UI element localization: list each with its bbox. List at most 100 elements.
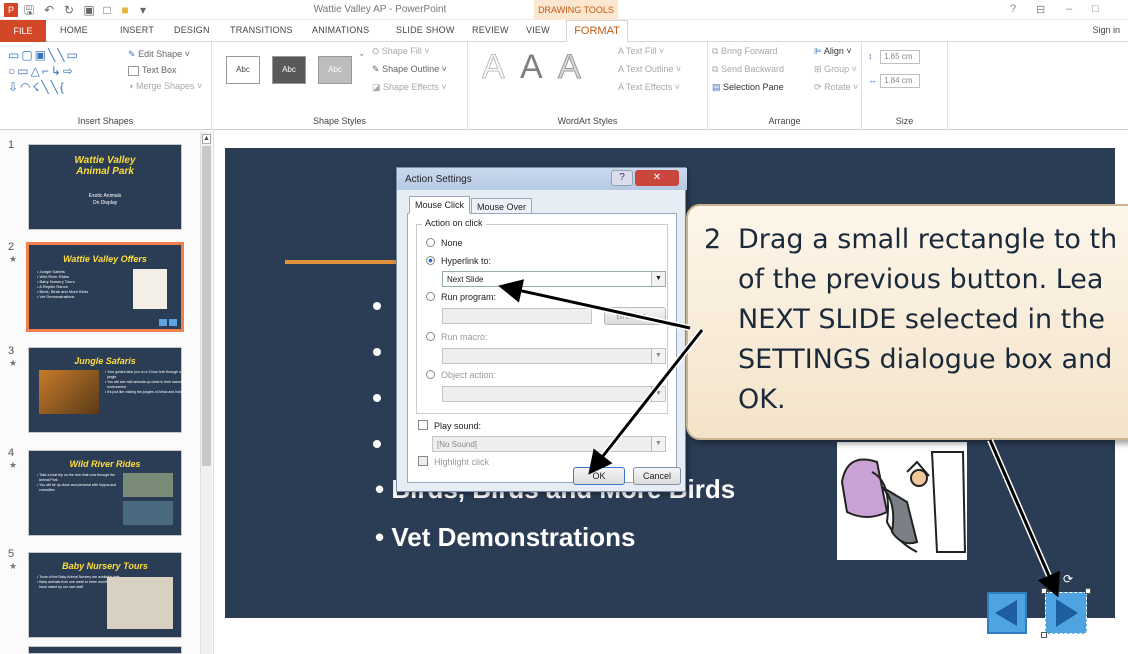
tab-mouse-over[interactable]: Mouse Over [471,198,533,214]
resize-handle[interactable] [1041,588,1047,594]
next-action-button[interactable] [1045,592,1087,634]
object-action-select[interactable]: ▼ [442,386,666,402]
wordart-style-gray[interactable]: A [520,48,543,87]
slide-thumbnail-5[interactable]: Baby Nursery Tours • Tours of the Baby A… [28,552,182,638]
new-icon[interactable]: □ [100,3,114,17]
shape-effects-button[interactable]: ◪ Shape Effects ˅ [372,82,447,93]
resize-handle[interactable] [1041,632,1047,638]
merge-shapes-icon: ◑ [128,81,134,91]
dialog-close-button[interactable]: ✕ [635,170,679,186]
run-macro-select[interactable]: ▼ [442,348,666,364]
help-button[interactable]: ? [1010,3,1016,15]
shape-width-input[interactable]: 1.84 cm [880,74,920,88]
text-outline-button[interactable]: A Text Outline ˅ [618,64,681,74]
wordart-styles-group: A A A A Text Fill ˅ A Text Outline ˅ A T… [468,42,708,130]
slide-thumbnail-1[interactable]: Wattie Valley Animal Park Exotic Animals… [28,144,182,230]
dialog-help-button[interactable]: ? [611,170,633,186]
slide-thumbnail-4[interactable]: Wild River Rides • Take a boat trip on t… [28,450,182,536]
thumbnail-scrollbar[interactable]: ▲ [200,132,212,654]
bring-forward-button[interactable]: ⧉ Bring Forward [712,46,777,57]
text-effects-icon: A [618,82,624,92]
text-box-button[interactable]: Text Box [128,65,177,76]
ok-button[interactable]: OK [573,467,625,485]
sound-select[interactable]: [No Sound] ▼ [432,436,666,452]
highlight-click-checkbox[interactable]: Highlight click [418,456,489,467]
slide-thumbnail-2[interactable]: Wattie Valley Offers • Jungle Safaris • … [26,242,184,332]
shape-style-gray[interactable]: Abc [318,56,352,84]
vet-clipart-icon [840,451,967,553]
slide-thumbnail-3[interactable]: Jungle Safaris • Your guides take you on… [28,347,191,433]
shape-outline-icon: ✎ [372,64,380,74]
selection-pane-button[interactable]: ▤ Selection Pane [712,82,784,93]
none-radio[interactable]: None [426,238,463,248]
merge-shapes-button[interactable]: ◑ Merge Shapes ˅ [128,81,202,91]
style-gallery-more[interactable]: ⌄ [358,48,366,59]
send-backward-button[interactable]: ⧉ Send Backward [712,64,784,75]
shapes-gallery-row-2[interactable]: ○▭△⌐↳⇨ [8,64,75,78]
hyperlink-select[interactable]: Next Slide ▼ [442,271,666,287]
thumb-subtitle: Exotic Animals On Display [88,193,122,206]
tab-file[interactable]: FILE [0,20,46,42]
tab-mouse-click[interactable]: Mouse Click [409,196,471,214]
shape-height-input[interactable]: 1.65 cm [880,50,920,64]
shapes-gallery-row-3[interactable]: ⇩◠☇╲╲{ [8,80,66,94]
chevron-down-icon: ▼ [651,387,665,401]
redo-icon[interactable]: ↻ [62,3,76,17]
customize-qat-icon[interactable]: ▾ [136,3,150,17]
tab-slide-show[interactable]: SLIDE SHOW [396,25,455,35]
rotate-button[interactable]: ⟳ Rotate ˅ [814,82,858,93]
sign-in-link[interactable]: Sign in [1092,25,1120,35]
tab-transitions[interactable]: TRANSITIONS [230,25,293,35]
rotate-handle-icon[interactable]: ⟳ [1063,572,1073,586]
prev-button-thumb [159,319,167,326]
previous-action-button[interactable] [987,592,1027,634]
object-action-radio[interactable]: Object action: [426,370,496,380]
drawing-tools-contextual-label: DRAWING TOOLS [534,0,618,20]
edit-shape-icon: ✎ [128,49,136,59]
start-slideshow-icon[interactable]: ▣ [82,3,96,17]
scroll-up-icon[interactable]: ▲ [202,134,211,144]
resize-handle[interactable] [1085,588,1091,594]
tab-view[interactable]: VIEW [526,25,550,35]
shapes-gallery[interactable]: ▭▢▣╲╲▭ [8,48,80,62]
text-effects-button[interactable]: A Text Effects ˅ [618,82,680,92]
tab-format[interactable]: FORMAT [566,20,628,42]
slide-bullet-vet[interactable]: • Vet Demonstrations [375,522,636,553]
checkbox-checked-icon [418,456,428,466]
cancel-button[interactable]: Cancel [633,467,681,485]
vet-clipart-image[interactable] [837,442,967,560]
hyperlink-radio[interactable]: Hyperlink to: [426,256,491,266]
tab-insert[interactable]: INSERT [120,25,154,35]
shape-style-dark[interactable]: Abc [272,56,306,84]
wordart-style-shadow[interactable]: A [558,48,582,87]
run-macro-radio[interactable]: Run macro: [426,332,488,342]
tab-design[interactable]: DESIGN [174,25,210,35]
shape-fill-button[interactable]: ⛭ Shape Fill ˅ [372,46,430,57]
tab-home[interactable]: HOME [60,25,88,35]
undo-icon[interactable]: ↶ [42,3,56,17]
browse-button[interactable]: Browse... [604,307,666,325]
scrollbar-thumb[interactable] [202,146,211,466]
animation-star-icon: ★ [9,358,18,368]
shape-outline-button[interactable]: ✎ Shape Outline ˅ [372,64,447,75]
run-program-radio[interactable]: Run program: [426,292,496,302]
slide-thumbnail-6[interactable] [28,646,182,654]
play-sound-checkbox[interactable]: Play sound: [418,420,481,431]
tab-review[interactable]: REVIEW [472,25,509,35]
group-button[interactable]: ⊞ Group ˅ [814,64,857,75]
shape-style-white[interactable]: Abc [226,56,260,84]
align-button[interactable]: ⊫ Align ˅ [814,46,852,57]
save-icon[interactable]: 🖫 [22,3,36,17]
open-icon[interactable]: ■ [118,3,132,17]
powerpoint-logo-icon: P [4,3,18,17]
tab-animations[interactable]: ANIMATIONS [312,25,369,35]
maximize-button[interactable]: □ [1092,3,1099,15]
text-fill-button[interactable]: A Text Fill ˅ [618,46,664,56]
slide-number: 1 [8,139,15,151]
wordart-style-outline[interactable]: A [482,48,506,87]
edit-shape-button[interactable]: ✎ Edit Shape ˅ [128,49,190,60]
run-program-input[interactable] [442,308,592,324]
thumb-bullets: • Take a boat trip on the river that run… [37,473,117,492]
minimize-button[interactable]: – [1066,3,1072,15]
ribbon-display-options-button[interactable]: ⊟ [1036,3,1045,16]
